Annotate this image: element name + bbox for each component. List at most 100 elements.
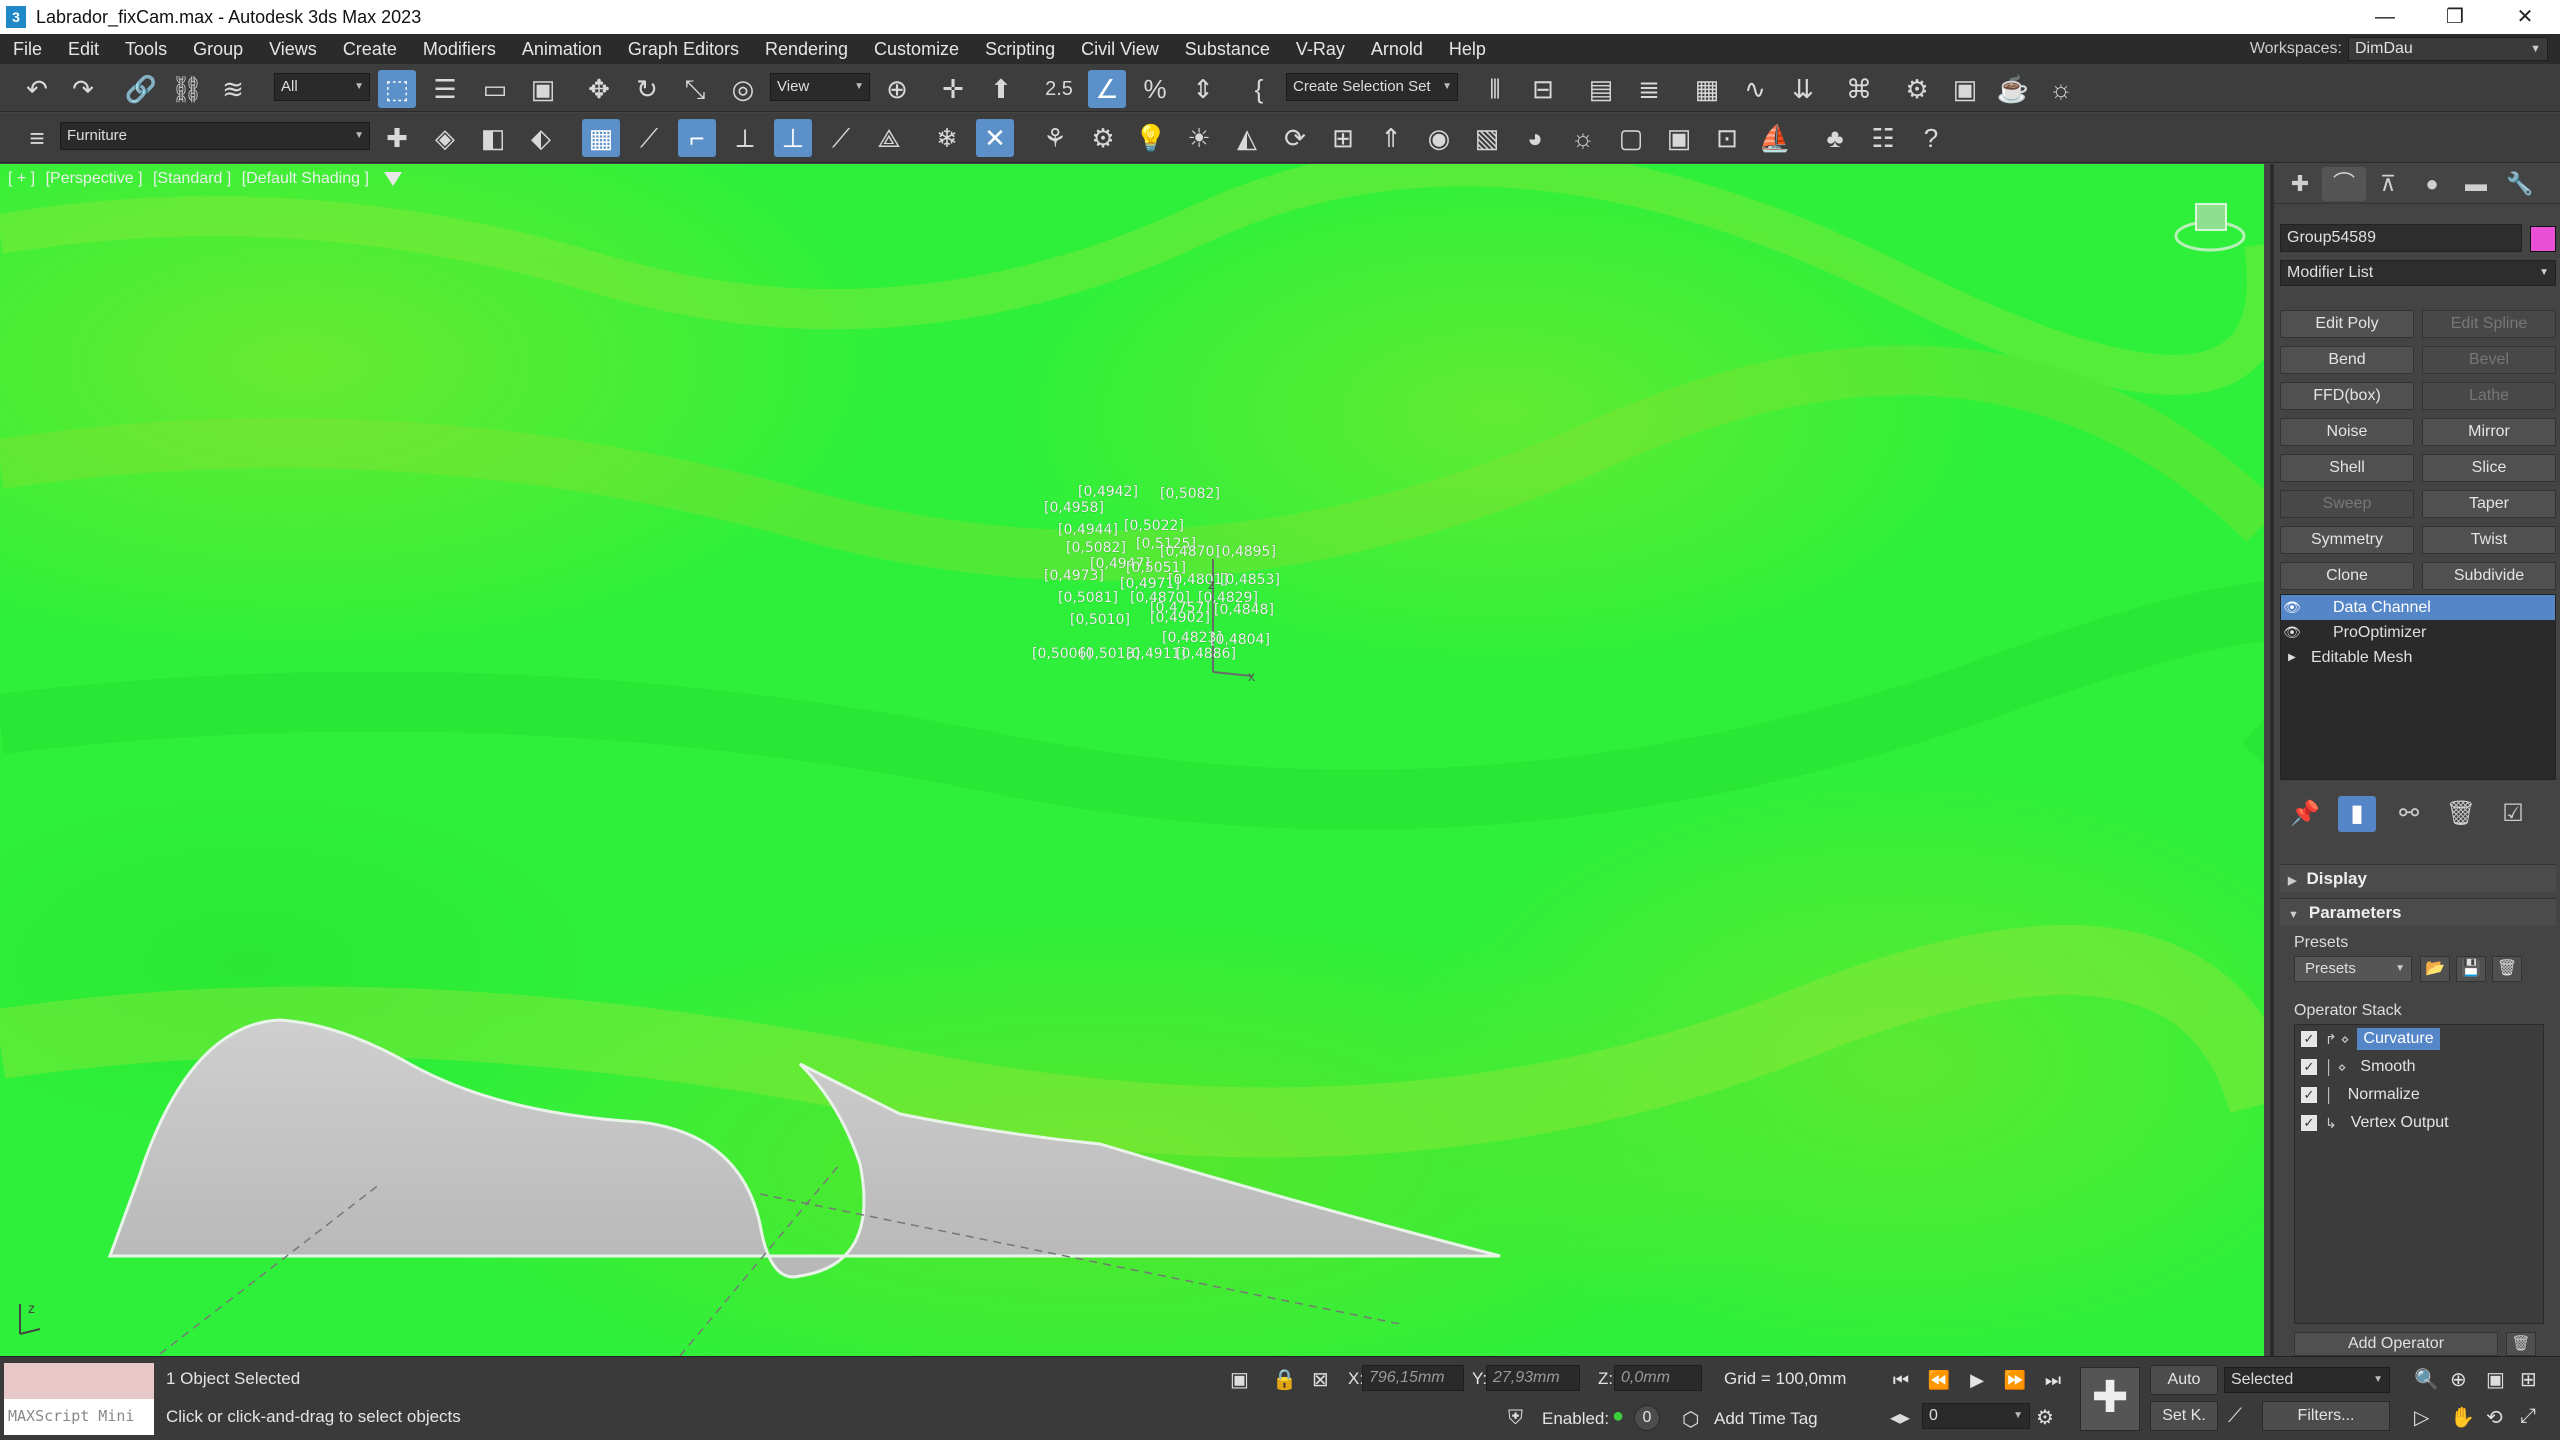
vray-frame-buffer-icon[interactable]: ▢ [1612,119,1650,157]
viewport-menu-plus[interactable]: [ + ] [8,170,35,187]
select-object-icon[interactable]: ⬚ [378,70,416,108]
maxscript-output[interactable] [4,1363,154,1399]
edit-named-selection-icon[interactable]: { [1240,70,1278,108]
angle-snap-icon[interactable]: ∠ [1088,70,1126,108]
modifier-button-slice[interactable]: Slice [2422,454,2556,482]
x-coordinate-field[interactable]: 796,15mm [1362,1365,1464,1391]
layer-dropdown[interactable]: Furniture [60,122,370,150]
modifier-list-dropdown[interactable]: Modifier List [2280,260,2556,286]
percent-snap-icon[interactable]: % [1136,70,1174,108]
spinner-snap-icon[interactable]: ⇕ [1184,70,1222,108]
gizmo-x-axis[interactable] [1212,671,1253,677]
viewport-label[interactable]: [ + ] [Perspective ] [Standard ] [Defaul… [8,170,375,188]
z-coordinate-field[interactable]: 0,0mm [1614,1365,1702,1391]
zoom-icon[interactable]: 🔍 [2414,1367,2439,1392]
layer-manager-icon[interactable]: ≡ [18,119,56,157]
menu-tools[interactable]: Tools [112,39,180,60]
select-layer-objects-icon[interactable]: ◧ [474,119,512,157]
close-button[interactable]: ✕ [2490,0,2560,34]
add-operator-button[interactable]: Add Operator [2294,1332,2498,1356]
enabled-toggle[interactable]: 0 [1634,1405,1660,1431]
isolate-selection-icon[interactable]: ▣ [1230,1367,1249,1392]
load-preset-icon[interactable]: 📂 [2420,956,2450,982]
edge-snap-icon[interactable]: ⟋ [822,119,860,157]
object-name-field[interactable]: Group54589 [2280,224,2522,252]
named-selection-dropdown[interactable]: Create Selection Set [1286,73,1458,101]
rotate-icon[interactable]: ↻ [628,70,666,108]
zoom-extents-icon[interactable]: ▣ [2486,1367,2505,1392]
link-icon[interactable]: 🔗 [122,70,160,108]
delete-preset-icon[interactable]: 🗑 [2492,956,2522,982]
sun-icon[interactable]: ☀ [1180,119,1218,157]
go-to-end-icon[interactable]: ⏭ [2036,1365,2070,1395]
add-time-tag-button[interactable]: Add Time Tag [1714,1409,1818,1429]
create-tab-icon[interactable]: ✚ [2278,167,2322,201]
camera-icon[interactable]: ⚘ [1036,119,1074,157]
modifier-button-mirror[interactable]: Mirror [2422,418,2556,446]
light-icon[interactable]: 💡 [1132,119,1170,157]
key-selection-dropdown[interactable]: Selected [2224,1367,2390,1393]
help-icon[interactable]: ? [1912,119,1950,157]
current-frame-field[interactable]: 0 [1922,1403,2030,1429]
play-icon[interactable]: ▶ [1960,1365,1994,1395]
menu-vray[interactable]: V-Ray [1283,39,1358,60]
schematic-view-icon[interactable]: ⌘ [1840,70,1878,108]
modifier-button-twist[interactable]: Twist [2422,526,2556,554]
vray-light-icon[interactable]: ◭ [1228,119,1266,157]
vray-plane-icon[interactable]: ⇑ [1372,119,1410,157]
viewport-filter-icon[interactable] [384,172,402,186]
unlink-icon[interactable]: ⛓ [168,70,206,108]
modifier-button-clone[interactable]: Clone [2280,562,2414,590]
stack-item-editable-mesh[interactable]: ▶ Editable Mesh [2281,645,2555,670]
select-by-name-icon[interactable]: ☰ [426,70,464,108]
pivot-snap-icon[interactable]: ⟋ [630,119,668,157]
menu-views[interactable]: Views [256,39,330,60]
menu-substance[interactable]: Substance [1172,39,1283,60]
render-setup-icon[interactable]: ⚙ [1898,70,1936,108]
rect-selection-icon[interactable]: ▭ [476,70,514,108]
rendered-frame-window-icon[interactable]: ▣ [1946,70,1984,108]
modify-tab-icon[interactable]: ⌒ [2322,166,2366,201]
menu-help[interactable]: Help [1436,39,1499,60]
list-icon[interactable]: ☷ [1864,119,1902,157]
set-key-button[interactable]: Set K. [2150,1401,2218,1431]
maximize-button[interactable]: ❐ [2420,0,2490,34]
modifier-button-taper[interactable]: Taper [2422,490,2556,518]
modifier-button-symmetry[interactable]: Symmetry [2280,526,2414,554]
grid-snap-icon[interactable]: ▦ [582,119,620,157]
absolute-mode-icon[interactable]: ⊠ [1312,1367,1329,1392]
orbit-icon[interactable]: ⟲ [2486,1405,2503,1430]
modifier-button-shell[interactable]: Shell [2280,454,2414,482]
operator-vertex-output[interactable]: ✓ ↳ Vertex Output [2295,1109,2543,1137]
key-filters-icon[interactable]: ⟋ [2228,1405,2242,1428]
toggle-ribbon-icon[interactable]: ▦ [1688,70,1726,108]
motion-tab-icon[interactable]: ● [2410,167,2454,201]
mirror-icon[interactable]: ⫴ [1476,70,1514,108]
menu-scripting[interactable]: Scripting [972,39,1068,60]
add-to-layer-icon[interactable]: ◈ [426,119,464,157]
endpoint-snap-icon[interactable]: ⟂ [726,119,764,157]
physical-camera-icon[interactable]: ⚙ [1084,119,1122,157]
vray-mesh-icon[interactable]: ▧ [1468,119,1506,157]
placement-icon[interactable]: ◎ [724,70,762,108]
configure-sets-icon[interactable]: ☑ [2494,796,2532,832]
vray-scene-icon[interactable]: ⊡ [1708,119,1746,157]
adaptive-degradation-icon[interactable]: ⛨ [1508,1407,1523,1430]
go-to-start-icon[interactable]: ⏮ [1884,1365,1918,1395]
y-coordinate-field[interactable]: 27,93mm [1486,1365,1580,1391]
axis-constraint-icon[interactable]: ✕ [976,119,1014,157]
snap-to-frozen-icon[interactable]: ❄ [928,119,966,157]
maximize-viewport-icon[interactable]: ⤢ [2520,1405,2536,1428]
utilities-tab-icon[interactable]: 🔧 [2498,167,2542,201]
eye-icon[interactable]: 👁 [2281,624,2303,641]
modifier-button-subdivide[interactable]: Subdivide [2422,562,2556,590]
create-layer-icon[interactable]: ✚ [378,119,416,157]
ref-coord-dropdown[interactable]: View [770,73,870,101]
show-end-result-icon[interactable]: ▮ [2338,796,2376,832]
scale-icon[interactable]: ⤡ [676,70,714,108]
vray-vfb-icon[interactable]: ▣ [1660,119,1698,157]
parameters-rollout[interactable]: ▼ Parameters [2280,898,2556,926]
delete-operator-icon[interactable]: 🗑 [2506,1332,2536,1356]
save-preset-icon[interactable]: 💾 [2456,956,2486,982]
next-frame-icon[interactable]: ⏩ [1998,1365,2032,1395]
